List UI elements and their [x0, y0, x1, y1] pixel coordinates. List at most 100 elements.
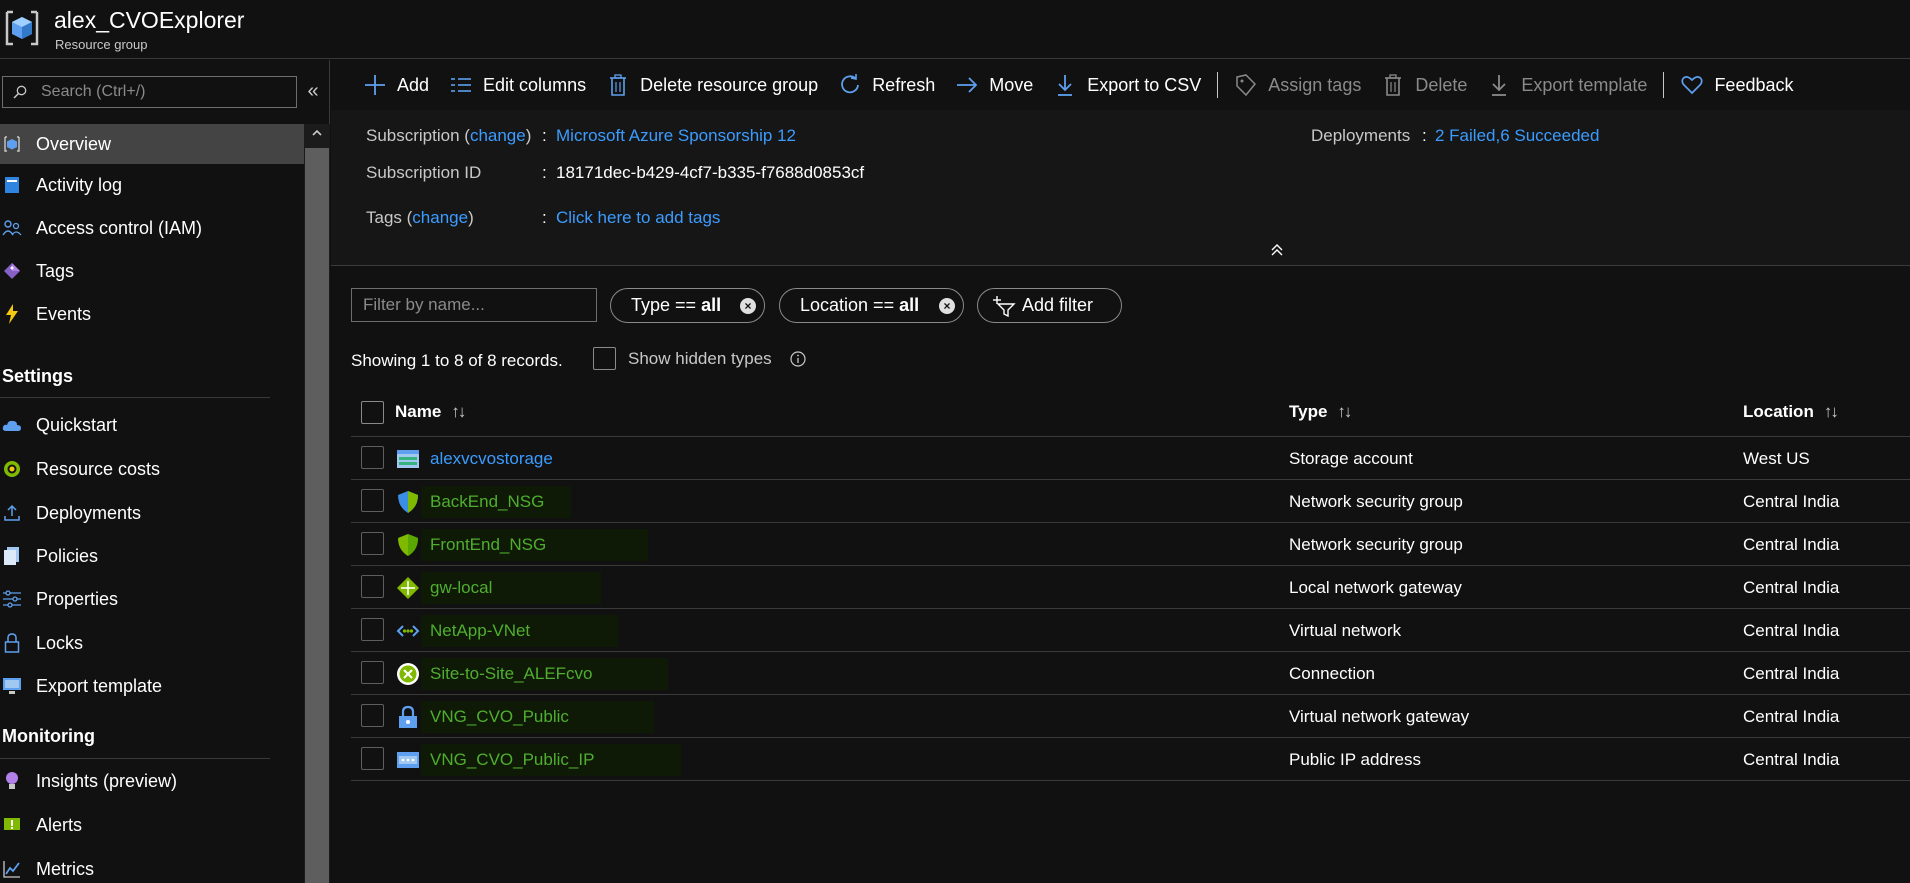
scroll-up-icon[interactable] [312, 128, 322, 138]
table-row[interactable]: gw-local Local network gateway Central I… [351, 565, 1910, 608]
sidebar-search-input[interactable] [41, 81, 291, 103]
close-icon[interactable]: × [939, 298, 955, 314]
collapse-essentials-icon[interactable] [1269, 242, 1285, 258]
row-checkbox[interactable] [361, 661, 384, 684]
row-checkbox[interactable] [361, 747, 384, 770]
sidebar-search-box[interactable] [2, 76, 297, 108]
log-icon [2, 175, 22, 195]
row-checkbox[interactable] [361, 532, 384, 555]
table-row[interactable]: alexvcvostorage Storage account West US [351, 436, 1910, 479]
bolt-icon [2, 304, 22, 324]
column-header-location[interactable]: Location ↑↓ [1743, 402, 1839, 422]
delete-button[interactable]: Delete [1371, 60, 1477, 110]
collapse-sidebar-button[interactable]: « [303, 80, 323, 103]
sidebar-item-activity-log[interactable]: Activity log [0, 165, 304, 205]
resource-name-link[interactable]: NetApp-VNet [430, 621, 530, 641]
deployments-value-link[interactable]: 2 Failed,6 Succeeded [1435, 126, 1599, 146]
delete-resource-group-button[interactable]: Delete resource group [596, 60, 828, 110]
row-checkbox[interactable] [361, 489, 384, 512]
table-row[interactable]: BackEnd_NSG Network security group Centr… [351, 479, 1910, 522]
sidebar-item-quickstart[interactable]: Quickstart [0, 405, 304, 445]
subscription-value-link[interactable]: Microsoft Azure Sponsorship 12 [556, 126, 796, 146]
table-row[interactable]: VNG_CVO_Public_IP Public IP address Cent… [351, 737, 1910, 780]
subscription-change-link[interactable]: change [470, 126, 526, 145]
sort-icon[interactable]: ↑↓ [1337, 402, 1352, 422]
column-header-name[interactable]: Name ↑↓ [395, 402, 466, 422]
storage-icon [397, 450, 419, 468]
resource-location: Central India [1743, 535, 1840, 554]
resource-name-link[interactable]: Site-to-Site_ALEFcvo [430, 664, 593, 684]
resource-name-link[interactable]: gw-local [430, 578, 492, 598]
row-checkbox[interactable] [361, 446, 384, 469]
row-checkbox[interactable] [361, 704, 384, 727]
resource-name-link[interactable]: FrontEnd_NSG [430, 535, 546, 555]
resource-name-link[interactable]: BackEnd_NSG [430, 492, 544, 512]
add-filter-label: Add filter [1022, 295, 1094, 315]
vnet-icon [396, 625, 420, 637]
column-header-label: Name [395, 402, 442, 421]
sidebar-item-metrics[interactable]: Metrics [0, 849, 304, 883]
tags-change-link[interactable]: change [412, 208, 468, 227]
move-button[interactable]: Move [945, 60, 1043, 110]
sidebar-item-tags[interactable]: Tags [0, 251, 304, 291]
sort-icon[interactable]: ↑↓ [1824, 402, 1839, 422]
columns-icon [449, 73, 473, 97]
sidebar-item-deployments[interactable]: Deployments [0, 493, 304, 533]
info-icon[interactable] [790, 351, 806, 367]
select-all-checkbox[interactable] [361, 401, 384, 424]
sidebar-item-policies[interactable]: Policies [0, 536, 304, 576]
scrollbar-thumb[interactable] [305, 148, 329, 883]
add-button[interactable]: Add [331, 60, 439, 110]
export-csv-button[interactable]: Export to CSV [1043, 60, 1211, 110]
resource-name-link[interactable]: VNG_CVO_Public_IP [430, 750, 594, 770]
resource-type: Network security group [1289, 492, 1463, 511]
resource-location: Central India [1743, 578, 1840, 597]
sidebar-item-label: Activity log [36, 174, 123, 195]
row-checkbox[interactable] [361, 575, 384, 598]
refresh-button[interactable]: Refresh [828, 60, 945, 110]
filter-by-name-box[interactable] [351, 288, 597, 322]
column-header-type[interactable]: Type ↑↓ [1289, 402, 1352, 422]
table-row[interactable]: VNG_CVO_Public Virtual network gateway C… [351, 694, 1910, 737]
trash-icon [606, 73, 630, 97]
sidebar-item-export-template[interactable]: Export template [0, 666, 304, 706]
row-checkbox[interactable] [361, 618, 384, 641]
resource-type: Virtual network [1289, 621, 1402, 640]
search-icon [13, 85, 27, 99]
close-icon[interactable]: × [740, 298, 756, 314]
type-filter-value: all [701, 295, 722, 315]
sort-icon[interactable]: ↑↓ [451, 402, 466, 422]
resource-location: Central India [1743, 492, 1840, 511]
table-row[interactable]: NetApp-VNet Virtual network Central Indi… [351, 608, 1910, 651]
sidebar-item-properties[interactable]: Properties [0, 579, 304, 619]
sidebar-item-events[interactable]: Events [0, 294, 304, 334]
add-filter-button[interactable]: Add filter [977, 288, 1122, 323]
sidebar-item-insights[interactable]: Insights (preview) [0, 761, 304, 801]
sidebar-item-resource-costs[interactable]: Resource costs [0, 449, 304, 489]
sidebar-item-overview[interactable]: Overview [0, 124, 304, 164]
edit-columns-button[interactable]: Edit columns [439, 60, 596, 110]
download-icon [1053, 73, 1077, 97]
sidebar-item-alerts[interactable]: Alerts [0, 805, 304, 845]
sidebar-item-label: Export template [36, 675, 163, 696]
location-filter-pill[interactable]: Location == all × [779, 288, 964, 323]
table-row[interactable]: Site-to-Site_ALEFcvo Connection Central … [351, 651, 1910, 694]
type-filter-pill[interactable]: Type == all × [610, 288, 765, 323]
export-template-button[interactable]: Export template [1477, 60, 1657, 110]
sidebar-item-label: Tags [36, 260, 75, 281]
sidebar-item-locks[interactable]: Locks [0, 623, 304, 663]
table-row[interactable]: FrontEnd_NSG Network security group Cent… [351, 522, 1910, 565]
sidebar-item-access-control[interactable]: Access control (IAM) [0, 208, 304, 248]
add-tags-link[interactable]: Click here to add tags [556, 208, 720, 228]
table-bottom-border [351, 780, 1910, 781]
assign-tags-button[interactable]: Assign tags [1224, 60, 1371, 110]
sidebar-item-label: Insights (preview) [36, 770, 178, 791]
resource-name-link[interactable]: VNG_CVO_Public [430, 707, 569, 727]
resource-location: Central India [1743, 621, 1840, 640]
filter-by-name-input[interactable] [352, 289, 596, 321]
feedback-button[interactable]: Feedback [1670, 60, 1803, 110]
deployments-colon: : [1422, 126, 1427, 145]
resource-name-link[interactable]: alexvcvostorage [430, 449, 553, 469]
sidebar-scrollbar[interactable] [304, 124, 330, 883]
show-hidden-types-checkbox[interactable] [593, 347, 616, 370]
